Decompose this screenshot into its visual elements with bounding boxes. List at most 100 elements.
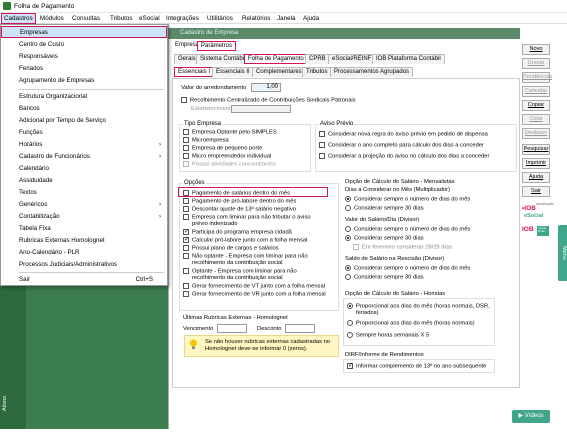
aviso-checkbox[interactable] bbox=[319, 142, 325, 148]
opcao-checkbox[interactable] bbox=[183, 283, 189, 289]
opcao-row[interactable]: Possui plano de cargos e salários bbox=[183, 245, 279, 253]
menu-side-tab[interactable]: Menu bbox=[558, 225, 567, 281]
pesquisar-button[interactable]: Pesquisar bbox=[522, 144, 550, 155]
opcao-row[interactable]: Participa do programa empresa cidadã bbox=[183, 229, 292, 237]
opcao-checkbox[interactable] bbox=[183, 253, 189, 259]
aviso-checkbox[interactable] bbox=[319, 153, 325, 159]
opcao-checkbox[interactable] bbox=[183, 214, 189, 220]
fev-checkbox[interactable] bbox=[353, 244, 359, 250]
iob-esocial-logo[interactable]: Atualização •IOB eSocial bbox=[522, 202, 554, 222]
novo-button[interactable]: Novo bbox=[522, 44, 550, 55]
valor-row[interactable]: Considerar sempre 30 dias bbox=[345, 235, 424, 243]
menu-item-plr[interactable]: Ano-Calendário - PLR bbox=[1, 247, 167, 259]
dirf-row[interactable]: Informar complemento de 13º no ano subse… bbox=[347, 363, 486, 371]
videos-button[interactable]: ▶ Vídeos bbox=[512, 410, 550, 423]
desfazer-button[interactable]: Desfazer bbox=[522, 128, 550, 139]
dias-radio[interactable] bbox=[345, 196, 351, 202]
opcao-checkbox[interactable] bbox=[183, 268, 189, 274]
valor-radio[interactable] bbox=[345, 235, 351, 241]
tab-tributos[interactable]: Tributos bbox=[302, 67, 332, 77]
opcao-checkbox[interactable] bbox=[183, 229, 189, 235]
horistas-radio[interactable] bbox=[347, 332, 353, 338]
tipo-checkbox[interactable] bbox=[183, 161, 189, 167]
opcao-checkbox[interactable] bbox=[183, 245, 189, 251]
tab-processamentos-agrupados[interactable]: Processamentos Agrupados bbox=[330, 67, 414, 77]
aviso-row[interactable]: Considerar o ano completo para cálculo d… bbox=[319, 142, 484, 150]
tipo-empresa-row[interactable]: Possui atividades concomitantes bbox=[183, 161, 276, 169]
opcao-checkbox[interactable] bbox=[183, 237, 189, 243]
tipo-checkbox[interactable] bbox=[183, 153, 189, 159]
aviso-row[interactable]: Considerar a projeção do aviso no cálcul… bbox=[319, 153, 489, 161]
menu-item-responsaveis[interactable]: Responsáveis bbox=[1, 51, 167, 63]
tipo-empresa-row[interactable]: Empresa de pequeno porte bbox=[183, 145, 262, 153]
opcao-row[interactable]: Pagamento de pró-labore dentro do mês bbox=[183, 198, 296, 206]
horistas-radio[interactable] bbox=[347, 303, 353, 309]
rescisao-radio[interactable] bbox=[345, 274, 351, 280]
menu-item-centro-custo[interactable]: Centro de Custo bbox=[1, 39, 167, 51]
menu-item-funcoes[interactable]: Funções bbox=[1, 127, 167, 139]
horistas-row[interactable]: Proporcional aos dias do mês (horas norm… bbox=[347, 320, 475, 328]
cancelar-button[interactable]: Cancelar bbox=[522, 86, 550, 97]
tab-folha-de-pagamento[interactable]: Folha de Pagamento bbox=[244, 54, 308, 64]
menu-item-tabela-fixa[interactable]: Tabela Fixa bbox=[1, 223, 167, 235]
sair-button[interactable]: Sair bbox=[522, 186, 550, 197]
tipo-empresa-row[interactable]: Microempresa bbox=[183, 137, 229, 145]
menu-utilitarios[interactable]: Utilitários bbox=[207, 15, 233, 22]
arred-input[interactable]: 1,00 bbox=[251, 83, 281, 92]
colar-button[interactable]: Colar bbox=[522, 114, 550, 125]
dirf-checkbox[interactable] bbox=[347, 363, 353, 369]
menu-item-assiduidade[interactable]: Assiduidade bbox=[1, 175, 167, 187]
tab-complementares[interactable]: Complementares bbox=[252, 67, 306, 77]
menu-janela[interactable]: Janela bbox=[277, 15, 296, 22]
aviso-checkbox[interactable] bbox=[319, 131, 325, 137]
rescisao-row[interactable]: Considerar sempre o número de dias do mê… bbox=[345, 265, 470, 273]
tipo-checkbox[interactable] bbox=[183, 145, 189, 151]
menu-consultas[interactable]: Consultas bbox=[72, 15, 100, 22]
rescisao-row[interactable]: Considerar sempre 30 dias bbox=[345, 274, 424, 282]
valor-row[interactable]: Considerar sempre o número de dias do mê… bbox=[345, 226, 470, 234]
opcao-row[interactable]: Descontar ajuste de 13º salário negativo bbox=[183, 206, 296, 214]
menu-modulos[interactable]: Módulos bbox=[40, 15, 64, 22]
menu-item-genericos[interactable]: Genéricos › bbox=[1, 199, 167, 211]
valor-radio[interactable] bbox=[345, 226, 351, 232]
copiar-button[interactable]: Copiar bbox=[522, 100, 550, 111]
menu-cadastros[interactable]: Cadastros bbox=[1, 13, 36, 24]
imprimir-button[interactable]: Imprimir bbox=[522, 158, 550, 169]
menu-item-bancos[interactable]: Bancos bbox=[1, 103, 167, 115]
recolhimento-checkbox[interactable] bbox=[181, 97, 187, 103]
menu-item-sair[interactable]: Sair Ctrl+S bbox=[1, 274, 167, 286]
tipo-empresa-row[interactable]: Empresa Optante pelo SIMPLES bbox=[183, 129, 277, 137]
gravar-button[interactable]: Gravar bbox=[522, 58, 550, 69]
dias-row[interactable]: Considerar sempre o número de dias do mê… bbox=[345, 196, 470, 204]
dias-row[interactable]: Considerar sempre 30 dias bbox=[345, 205, 424, 213]
menu-item-adicional[interactable]: Adicional por Tempo de Serviço bbox=[1, 115, 167, 127]
menu-item-agrupamento[interactable]: Agrupamento de Empresas bbox=[1, 75, 167, 87]
menu-esocial[interactable]: eSocial bbox=[139, 15, 160, 22]
tipo-checkbox[interactable] bbox=[183, 137, 189, 143]
menu-relatorios[interactable]: Relatórios bbox=[242, 15, 270, 22]
menu-item-calendario[interactable]: Calendário bbox=[1, 163, 167, 175]
opcao-row[interactable]: Calcular pró-labore junto com a folha me… bbox=[183, 237, 307, 245]
tab-essenciais-ii[interactable]: Essenciais II bbox=[212, 67, 254, 77]
menu-item-rubricas[interactable]: Rubricas Externas Homolognet bbox=[1, 235, 167, 247]
dias-radio[interactable] bbox=[345, 205, 351, 211]
iob-portal-logo[interactable]: IOB eSocial Portal bbox=[522, 224, 550, 240]
desconto-input[interactable] bbox=[285, 324, 315, 333]
pendencias-button[interactable]: Pendências bbox=[522, 72, 552, 83]
menu-integracoes[interactable]: Integrações bbox=[166, 15, 199, 22]
opcao-checkbox[interactable] bbox=[183, 291, 189, 297]
menu-tributos[interactable]: Tributos bbox=[110, 15, 133, 22]
tab-iob-plataforma[interactable]: IOB Plataforma Contábil bbox=[372, 54, 445, 64]
opcao-row[interactable]: Gerar fornecimento de VR junto com a fol… bbox=[183, 291, 326, 299]
tab-sistema-contabil[interactable]: Sistema Contábil bbox=[196, 54, 250, 64]
opcao-row[interactable]: Gerar fornecimento de VT junto com a fol… bbox=[183, 283, 325, 291]
menu-item-horarios[interactable]: Horários › bbox=[1, 139, 167, 151]
aviso-row[interactable]: Considerar nova regra do aviso prévio em… bbox=[319, 131, 488, 139]
menu-ajuda[interactable]: Ajuda bbox=[303, 15, 319, 22]
menu-item-empresas[interactable]: Empresas bbox=[1, 26, 167, 38]
tipo-checkbox[interactable] bbox=[183, 129, 189, 135]
tipo-empresa-row[interactable]: Micro empreendedor individual bbox=[183, 153, 271, 161]
estabelecimento-input[interactable] bbox=[231, 105, 291, 113]
horistas-radio[interactable] bbox=[347, 320, 353, 326]
opcao-checkbox[interactable] bbox=[183, 206, 189, 212]
